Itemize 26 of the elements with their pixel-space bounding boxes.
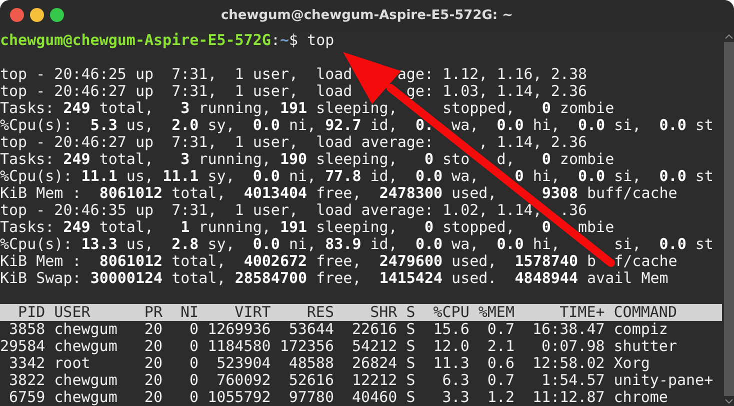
process-row-text: 6759 chewgum 20 0 1055792 97780 40460 S 3.3 1.2 11:12.87 chrome [8,389,668,406]
output-line: top - 20:46:35 up 7:31, 1 user, load average: 1.02, 1.14, .36 [0,202,588,219]
prompt-line: chewgum@chewgum-Aspire-E5-572G:~$ top [0,32,336,49]
output-line: Tasks: 249 total, 3 running, 191 sleeping, stopped, 0 zombie [0,100,616,117]
maximize-button[interactable] [50,8,64,22]
output-line: KiB Swap: 30000124 total, 28584700 free, 1415424 used. 4848944 avail Mem [0,270,670,287]
scroll-down-icon[interactable] [725,399,734,404]
close-button[interactable] [10,8,24,22]
process-row-text: 3822 chewgum 20 0 760092 52616 12212 S 6.3 0.7 1:54.57 unity-pane+ [8,372,714,389]
output-line: top - 20:46:25 up 7:31, 1 user, load age: 1.12, 1.16, 2.38 [0,66,588,83]
minimize-button[interactable] [30,8,44,22]
output-line: KiB Mem : 8061012 total, 4002672 free, 2479600 used, 1578740 b f/cache [0,253,678,270]
process-row-text: 3342 root 20 0 523904 48588 26824 S 11.3 0.6 12:58.02 Xorg [8,355,651,372]
output-line: top - 20:46:27 up 7:31, 1 user, load average: , 1.14, 2.36 [0,134,588,151]
window-title: chewgum@chewgum-Aspire-E5-572G: ~ [220,8,514,22]
output-line: Tasks: 249 total, 1 running, 191 sleeping, 0 stopped, 0 mbie [0,219,616,236]
output-line: %Cpu(s): 5.3 us, 2.0 sy, 0.0 ni, 92.7 id, 0. wa, 0.0 hi, 0.0 si, 0.0 st [0,117,714,134]
scroll-up-icon[interactable] [725,34,734,39]
process-row-text: 29584 chewgum 20 0 1184580 172356 54212 S 12.0 2.1 0:07.98 shutter [0,338,678,355]
output-line: Tasks: 249 total, 3 running, 190 sleeping, 0 sto d, 0 zombie [0,151,616,168]
process-row-text: 3858 chewgum 20 0 1269936 53644 22616 S 15.6 0.7 16:38.47 compiz [8,321,669,338]
output-line: %Cpu(s): 11.1 us, 11.1 sy, 0.0 ni, 77.8 id, 0.0 wa, 0 hi, 0.0 si, 0.0 st [0,168,714,185]
output-line: %Cpu(s): 13.3 us, 2.8 sy, 0.0 ni, 83.9 id, 0.0 wa, 0.0 hi, si, 0.0 st [0,236,714,253]
table-header: PID USER PR NI VIRT RES SHR S %CPU %MEM TIME+ COMMAND [0,304,722,321]
output-line: KiB Mem : 8061012 total, 4013404 free, 2478300 used, 9308 buff/cache [0,185,678,202]
output-line: top - 20:46:27 up 7:31, 1 user, load ge: 1.03, 1.14, 2.36 [0,83,588,100]
